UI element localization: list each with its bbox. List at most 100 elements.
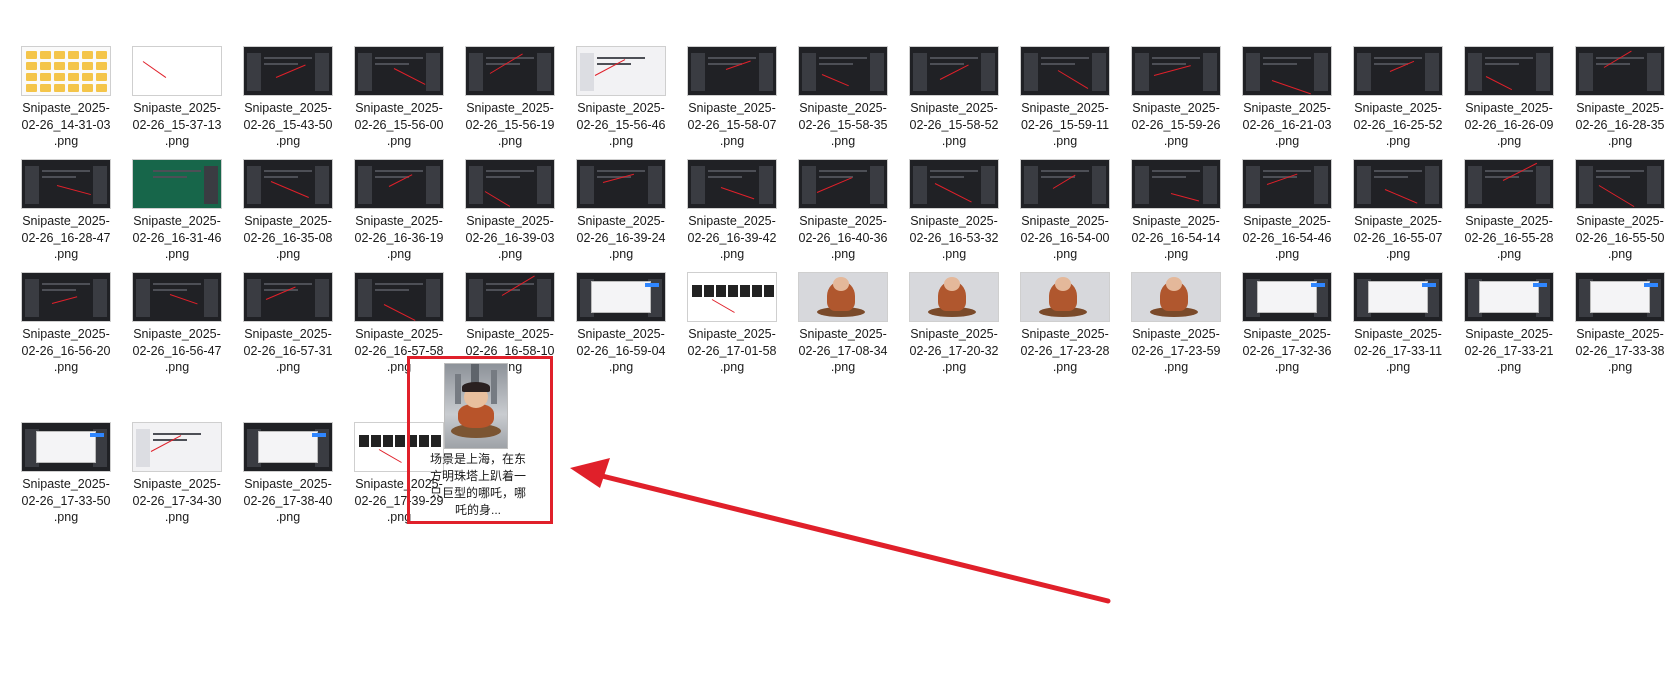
screenshot-thumbnail[interactable] bbox=[1353, 159, 1443, 209]
file-item[interactable]: Snipaste_2025- 02-26_17-32-36 .png bbox=[1235, 264, 1339, 376]
file-name-label[interactable]: Snipaste_2025- 02-26_15-56-00 .png bbox=[347, 100, 451, 150]
file-name-label[interactable]: Snipaste_2025- 02-26_16-55-50 .png bbox=[1568, 213, 1672, 263]
file-item[interactable]: Snipaste_2025- 02-26_15-37-13 .png bbox=[125, 38, 229, 150]
file-name-label[interactable]: Snipaste_2025- 02-26_15-56-19 .png bbox=[458, 100, 562, 150]
file-item[interactable]: Snipaste_2025- 02-26_16-21-03 .png bbox=[1235, 38, 1339, 150]
file-item[interactable]: Snipaste_2025- 02-26_17-23-28 .png bbox=[1013, 264, 1117, 376]
file-item[interactable]: Snipaste_2025- 02-26_16-25-52 .png bbox=[1346, 38, 1450, 150]
screenshot-thumbnail[interactable] bbox=[1464, 46, 1554, 96]
screenshot-thumbnail[interactable] bbox=[243, 159, 333, 209]
screenshot-thumbnail[interactable] bbox=[1242, 159, 1332, 209]
file-item[interactable]: Snipaste_2025- 02-26_16-28-35 .png bbox=[1568, 38, 1672, 150]
file-item[interactable]: Snipaste_2025- 02-26_15-43-50 .png bbox=[236, 38, 340, 150]
screenshot-thumbnail[interactable] bbox=[354, 159, 444, 209]
screenshot-thumbnail[interactable] bbox=[132, 272, 222, 322]
screenshot-thumbnail[interactable] bbox=[1575, 159, 1665, 209]
file-name-label[interactable]: Snipaste_2025- 02-26_17-33-21 .png bbox=[1457, 326, 1561, 376]
screenshot-thumbnail[interactable] bbox=[1131, 46, 1221, 96]
screenshot-thumbnail[interactable] bbox=[354, 46, 444, 96]
file-name-label[interactable]: Snipaste_2025- 02-26_17-20-32 .png bbox=[902, 326, 1006, 376]
file-item[interactable]: Snipaste_2025- 02-26_16-54-00 .png bbox=[1013, 151, 1117, 263]
file-item[interactable]: Snipaste_2025- 02-26_16-39-03 .png bbox=[458, 151, 562, 263]
file-name-label[interactable]: Snipaste_2025- 02-26_16-59-04 .png bbox=[569, 326, 673, 376]
screenshot-thumbnail[interactable] bbox=[21, 46, 111, 96]
file-item[interactable]: Snipaste_2025- 02-26_16-55-28 .png bbox=[1457, 151, 1561, 263]
screenshot-thumbnail[interactable] bbox=[1353, 272, 1443, 322]
file-name-label[interactable]: Snipaste_2025- 02-26_16-55-07 .png bbox=[1346, 213, 1450, 263]
file-name-label[interactable]: Snipaste_2025- 02-26_15-58-35 .png bbox=[791, 100, 895, 150]
screenshot-thumbnail[interactable] bbox=[576, 159, 666, 209]
file-name-label[interactable]: Snipaste_2025- 02-26_16-56-20 .png bbox=[14, 326, 118, 376]
file-item[interactable]: Snipaste_2025- 02-26_15-56-46 .png bbox=[569, 38, 673, 150]
file-item[interactable]: Snipaste_2025- 02-26_16-36-19 .png bbox=[347, 151, 451, 263]
file-name-label[interactable]: Snipaste_2025- 02-26_17-23-28 .png bbox=[1013, 326, 1117, 376]
file-name-label[interactable]: Snipaste_2025- 02-26_16-28-35 .png bbox=[1568, 100, 1672, 150]
file-item[interactable]: Snipaste_2025- 02-26_16-39-24 .png bbox=[569, 151, 673, 263]
file-item[interactable]: Snipaste_2025- 02-26_15-56-00 .png bbox=[347, 38, 451, 150]
file-name-label[interactable]: Snipaste_2025- 02-26_17-23-59 .png bbox=[1124, 326, 1228, 376]
screenshot-thumbnail[interactable] bbox=[21, 422, 111, 472]
screenshot-thumbnail[interactable] bbox=[132, 159, 222, 209]
screenshot-thumbnail[interactable] bbox=[1464, 159, 1554, 209]
screenshot-thumbnail[interactable] bbox=[576, 272, 666, 322]
screenshot-thumbnail[interactable] bbox=[465, 159, 555, 209]
file-item[interactable]: Snipaste_2025- 02-26_15-59-26 .png bbox=[1124, 38, 1228, 150]
file-name-label[interactable]: Snipaste_2025- 02-26_16-56-47 .png bbox=[125, 326, 229, 376]
screenshot-thumbnail[interactable] bbox=[243, 422, 333, 472]
file-item[interactable]: Snipaste_2025- 02-26_15-58-07 .png bbox=[680, 38, 784, 150]
screenshot-thumbnail[interactable] bbox=[1020, 46, 1110, 96]
file-item[interactable]: Snipaste_2025- 02-26_15-58-35 .png bbox=[791, 38, 895, 150]
file-name-label[interactable]: Snipaste_2025- 02-26_15-58-07 .png bbox=[680, 100, 784, 150]
screenshot-thumbnail[interactable] bbox=[243, 46, 333, 96]
file-name-label[interactable]: Snipaste_2025- 02-26_17-38-40 .png bbox=[236, 476, 340, 526]
screenshot-thumbnail[interactable] bbox=[687, 272, 777, 322]
file-item[interactable]: Snipaste_2025- 02-26_17-01-58 .png bbox=[680, 264, 784, 376]
file-name-label[interactable]: Snipaste_2025- 02-26_16-54-46 .png bbox=[1235, 213, 1339, 263]
screenshot-thumbnail[interactable] bbox=[798, 46, 888, 96]
screenshot-thumbnail[interactable] bbox=[687, 46, 777, 96]
file-item[interactable]: Snipaste_2025- 02-26_16-56-20 .png bbox=[14, 264, 118, 376]
screenshot-thumbnail[interactable] bbox=[909, 159, 999, 209]
file-item[interactable]: Snipaste_2025- 02-26_16-55-50 .png bbox=[1568, 151, 1672, 263]
screenshot-thumbnail[interactable] bbox=[576, 46, 666, 96]
file-item[interactable]: Snipaste_2025- 02-26_16-56-47 .png bbox=[125, 264, 229, 376]
screenshot-thumbnail[interactable] bbox=[798, 159, 888, 209]
file-name-label[interactable]: Snipaste_2025- 02-26_15-59-26 .png bbox=[1124, 100, 1228, 150]
file-name-label[interactable]: Snipaste_2025- 02-26_15-43-50 .png bbox=[236, 100, 340, 150]
file-item[interactable]: Snipaste_2025- 02-26_17-38-40 .png bbox=[236, 414, 340, 524]
file-item[interactable]: Snipaste_2025- 02-26_17-33-50 .png bbox=[14, 414, 118, 524]
file-name-label[interactable]: Snipaste_2025- 02-26_17-33-38 .png bbox=[1568, 326, 1672, 376]
file-name-label[interactable]: Snipaste_2025- 02-26_16-36-19 .png bbox=[347, 213, 451, 263]
file-item[interactable]: Snipaste_2025- 02-26_17-08-34 .png bbox=[791, 264, 895, 376]
file-name-label[interactable]: Snipaste_2025- 02-26_15-59-11 .png bbox=[1013, 100, 1117, 150]
file-name-label[interactable]: Snipaste_2025- 02-26_16-31-46 .png bbox=[125, 213, 229, 263]
file-name-label[interactable]: Snipaste_2025- 02-26_16-39-42 .png bbox=[680, 213, 784, 263]
file-name-label[interactable]: Snipaste_2025- 02-26_16-40-36 .png bbox=[791, 213, 895, 263]
screenshot-thumbnail[interactable] bbox=[21, 159, 111, 209]
screenshot-thumbnail[interactable] bbox=[1020, 272, 1110, 322]
file-item[interactable]: Snipaste_2025- 02-26_17-33-38 .png bbox=[1568, 264, 1672, 376]
file-item[interactable]: Snipaste_2025- 02-26_17-33-11 .png bbox=[1346, 264, 1450, 376]
file-item[interactable]: Snipaste_2025- 02-26_16-57-31 .png bbox=[236, 264, 340, 376]
screenshot-thumbnail[interactable] bbox=[465, 272, 555, 322]
file-item[interactable]: Snipaste_2025- 02-26_16-54-46 .png bbox=[1235, 151, 1339, 263]
file-name-label[interactable]: Snipaste_2025- 02-26_16-21-03 .png bbox=[1235, 100, 1339, 150]
screenshot-thumbnail[interactable] bbox=[1242, 46, 1332, 96]
file-name-label[interactable]: Snipaste_2025- 02-26_16-35-08 .png bbox=[236, 213, 340, 263]
file-item[interactable]: Snipaste_2025- 02-26_16-28-47 .png bbox=[14, 151, 118, 263]
file-item[interactable]: Snipaste_2025- 02-26_17-23-59 .png bbox=[1124, 264, 1228, 376]
screenshot-thumbnail[interactable] bbox=[1353, 46, 1443, 96]
file-item[interactable]: Snipaste_2025- 02-26_16-53-32 .png bbox=[902, 151, 1006, 263]
screenshot-thumbnail[interactable] bbox=[1131, 272, 1221, 322]
file-name-label[interactable]: Snipaste_2025- 02-26_16-39-24 .png bbox=[569, 213, 673, 263]
file-name-label[interactable]: Snipaste_2025- 02-26_16-54-00 .png bbox=[1013, 213, 1117, 263]
file-name-label[interactable]: Snipaste_2025- 02-26_15-58-52 .png bbox=[902, 100, 1006, 150]
file-name-label[interactable]: Snipaste_2025- 02-26_17-34-30 .png bbox=[125, 476, 229, 526]
file-name-label[interactable]: Snipaste_2025- 02-26_16-54-14 .png bbox=[1124, 213, 1228, 263]
file-item[interactable]: Snipaste_2025- 02-26_16-40-36 .png bbox=[791, 151, 895, 263]
screenshot-thumbnail[interactable] bbox=[909, 46, 999, 96]
file-name-label[interactable]: Snipaste_2025- 02-26_15-37-13 .png bbox=[125, 100, 229, 150]
screenshot-thumbnail[interactable] bbox=[1575, 272, 1665, 322]
file-name-label[interactable]: Snipaste_2025- 02-26_16-55-28 .png bbox=[1457, 213, 1561, 263]
screenshot-thumbnail[interactable] bbox=[132, 422, 222, 472]
